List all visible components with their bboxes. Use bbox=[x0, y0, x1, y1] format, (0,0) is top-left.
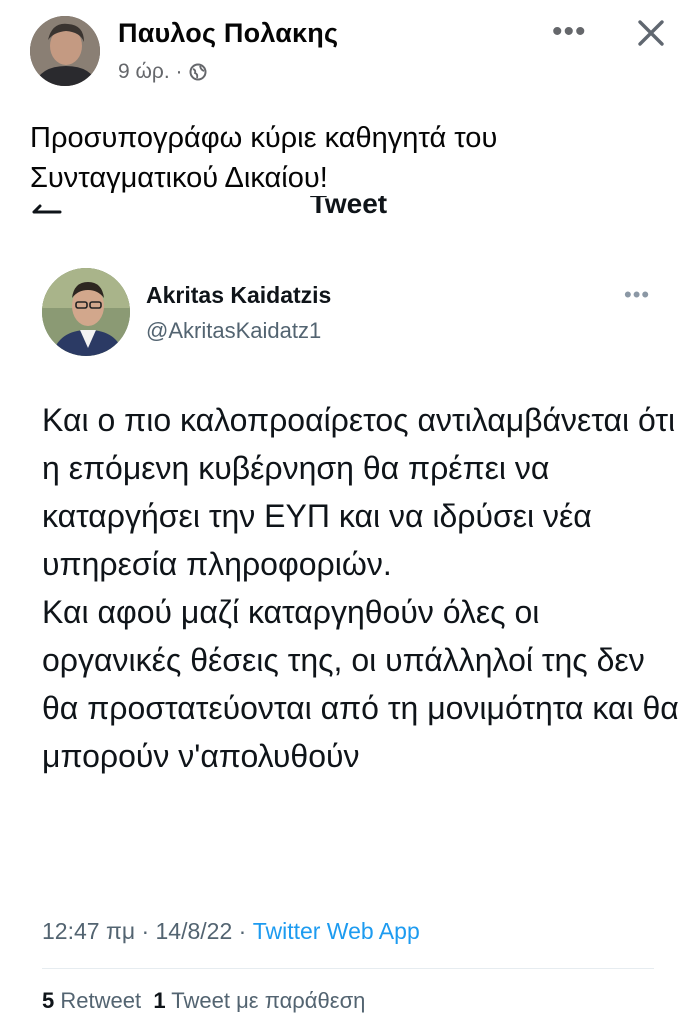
quote-count[interactable]: 1 bbox=[153, 988, 165, 1013]
tweet-meta: 12:47 πμ · 14/8/22 · Twitter Web App bbox=[42, 918, 420, 945]
tweet-topbar: Tweet bbox=[0, 196, 697, 226]
divider bbox=[42, 968, 654, 969]
quote-label[interactable]: Tweet με παράθεση bbox=[171, 988, 365, 1013]
tweet-topbar-title: Tweet bbox=[309, 196, 388, 219]
tweet-source[interactable]: Twitter Web App bbox=[253, 918, 420, 944]
retweet-label[interactable]: Retweet bbox=[60, 988, 141, 1013]
tweet-author-avatar[interactable] bbox=[42, 268, 130, 356]
post-time[interactable]: 9 ώρ. · bbox=[118, 60, 183, 84]
author-name[interactable]: Παυλος Πολακης bbox=[118, 18, 338, 49]
post-header: Παυλος Πολακης 9 ώρ. · ••• bbox=[0, 0, 697, 100]
author-avatar[interactable] bbox=[30, 16, 100, 86]
post-meta: 9 ώρ. · bbox=[118, 60, 207, 84]
post-text: Προσυπογράφω κύριε καθηγητά του Συνταγμα… bbox=[30, 122, 498, 194]
tweet-timestamp[interactable]: 12:47 πμ · 14/8/22 · bbox=[42, 918, 253, 944]
tweet-text: Και ο πιο καλοπροαίρετος αντιλαμβάνεται … bbox=[42, 402, 679, 774]
close-icon[interactable] bbox=[636, 18, 666, 48]
tweet-author-handle[interactable]: @AkritasKaidatz1 bbox=[146, 318, 321, 344]
tweet-stats: 5 Retweet 1 Tweet με παράθεση bbox=[42, 988, 365, 1014]
more-horizontal-icon[interactable]: ••• bbox=[552, 17, 587, 47]
retweet-count[interactable]: 5 bbox=[42, 988, 54, 1013]
tweet-more-icon[interactable]: ••• bbox=[624, 282, 650, 308]
tweet-author-name[interactable]: Akritas Kaidatzis bbox=[146, 282, 331, 309]
globe-icon[interactable] bbox=[189, 63, 207, 81]
